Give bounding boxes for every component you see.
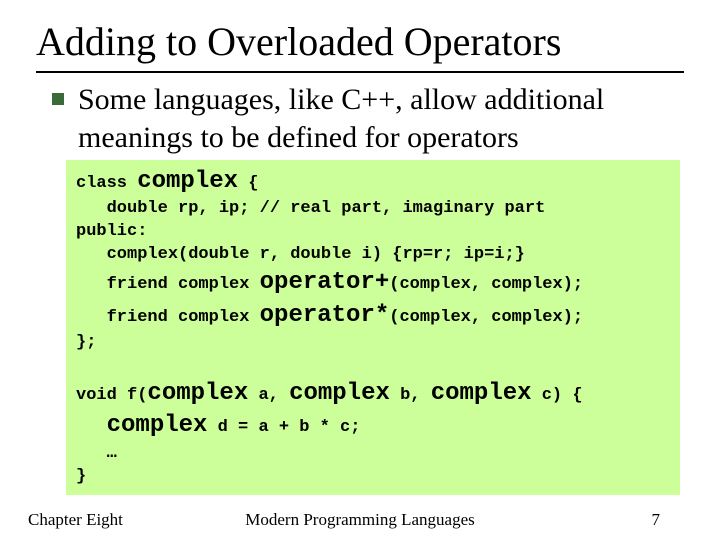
footer-right: 7 <box>652 510 661 530</box>
slide: Adding to Overloaded Operators Some lang… <box>0 0 720 540</box>
bullet-text: Some languages, like C++, allow addition… <box>78 81 684 156</box>
slide-footer: Chapter Eight Modern Programming Languag… <box>0 510 720 530</box>
slide-title: Adding to Overloaded Operators <box>36 18 684 73</box>
code-text: d = a + b * c; <box>207 418 360 437</box>
code-text: friend complex <box>76 308 260 327</box>
code-line: } <box>76 467 86 486</box>
code-keyword: complex <box>137 168 238 195</box>
footer-left: Chapter Eight <box>28 510 123 530</box>
code-keyword: complex <box>289 380 390 407</box>
code-text: class <box>76 174 137 193</box>
code-text <box>76 418 107 437</box>
code-text: c) { <box>532 386 583 405</box>
code-block: class complex { double rp, ip; // real p… <box>66 160 680 495</box>
code-keyword: complex <box>107 412 208 439</box>
code-text: friend complex <box>76 275 260 294</box>
square-bullet-icon <box>52 93 64 105</box>
code-line: … <box>76 444 117 463</box>
code-line: double rp, ip; // real part, imaginary p… <box>76 199 545 218</box>
bullet-item: Some languages, like C++, allow addition… <box>52 81 684 156</box>
code-line: }; <box>76 333 96 352</box>
code-text: (complex, complex); <box>389 275 583 294</box>
code-text: b, <box>390 386 431 405</box>
code-text: a, <box>248 386 289 405</box>
code-blank <box>76 356 86 375</box>
code-keyword: operator* <box>260 302 390 329</box>
code-keyword: operator+ <box>260 269 390 296</box>
code-line: public: <box>76 222 147 241</box>
code-line: complex(double r, double i) {rp=r; ip=i;… <box>76 245 525 264</box>
code-text: { <box>238 174 258 193</box>
code-keyword: complex <box>431 380 532 407</box>
code-text: (complex, complex); <box>389 308 583 327</box>
code-keyword: complex <box>147 380 248 407</box>
footer-center: Modern Programming Languages <box>245 510 474 530</box>
code-text: void f( <box>76 386 147 405</box>
